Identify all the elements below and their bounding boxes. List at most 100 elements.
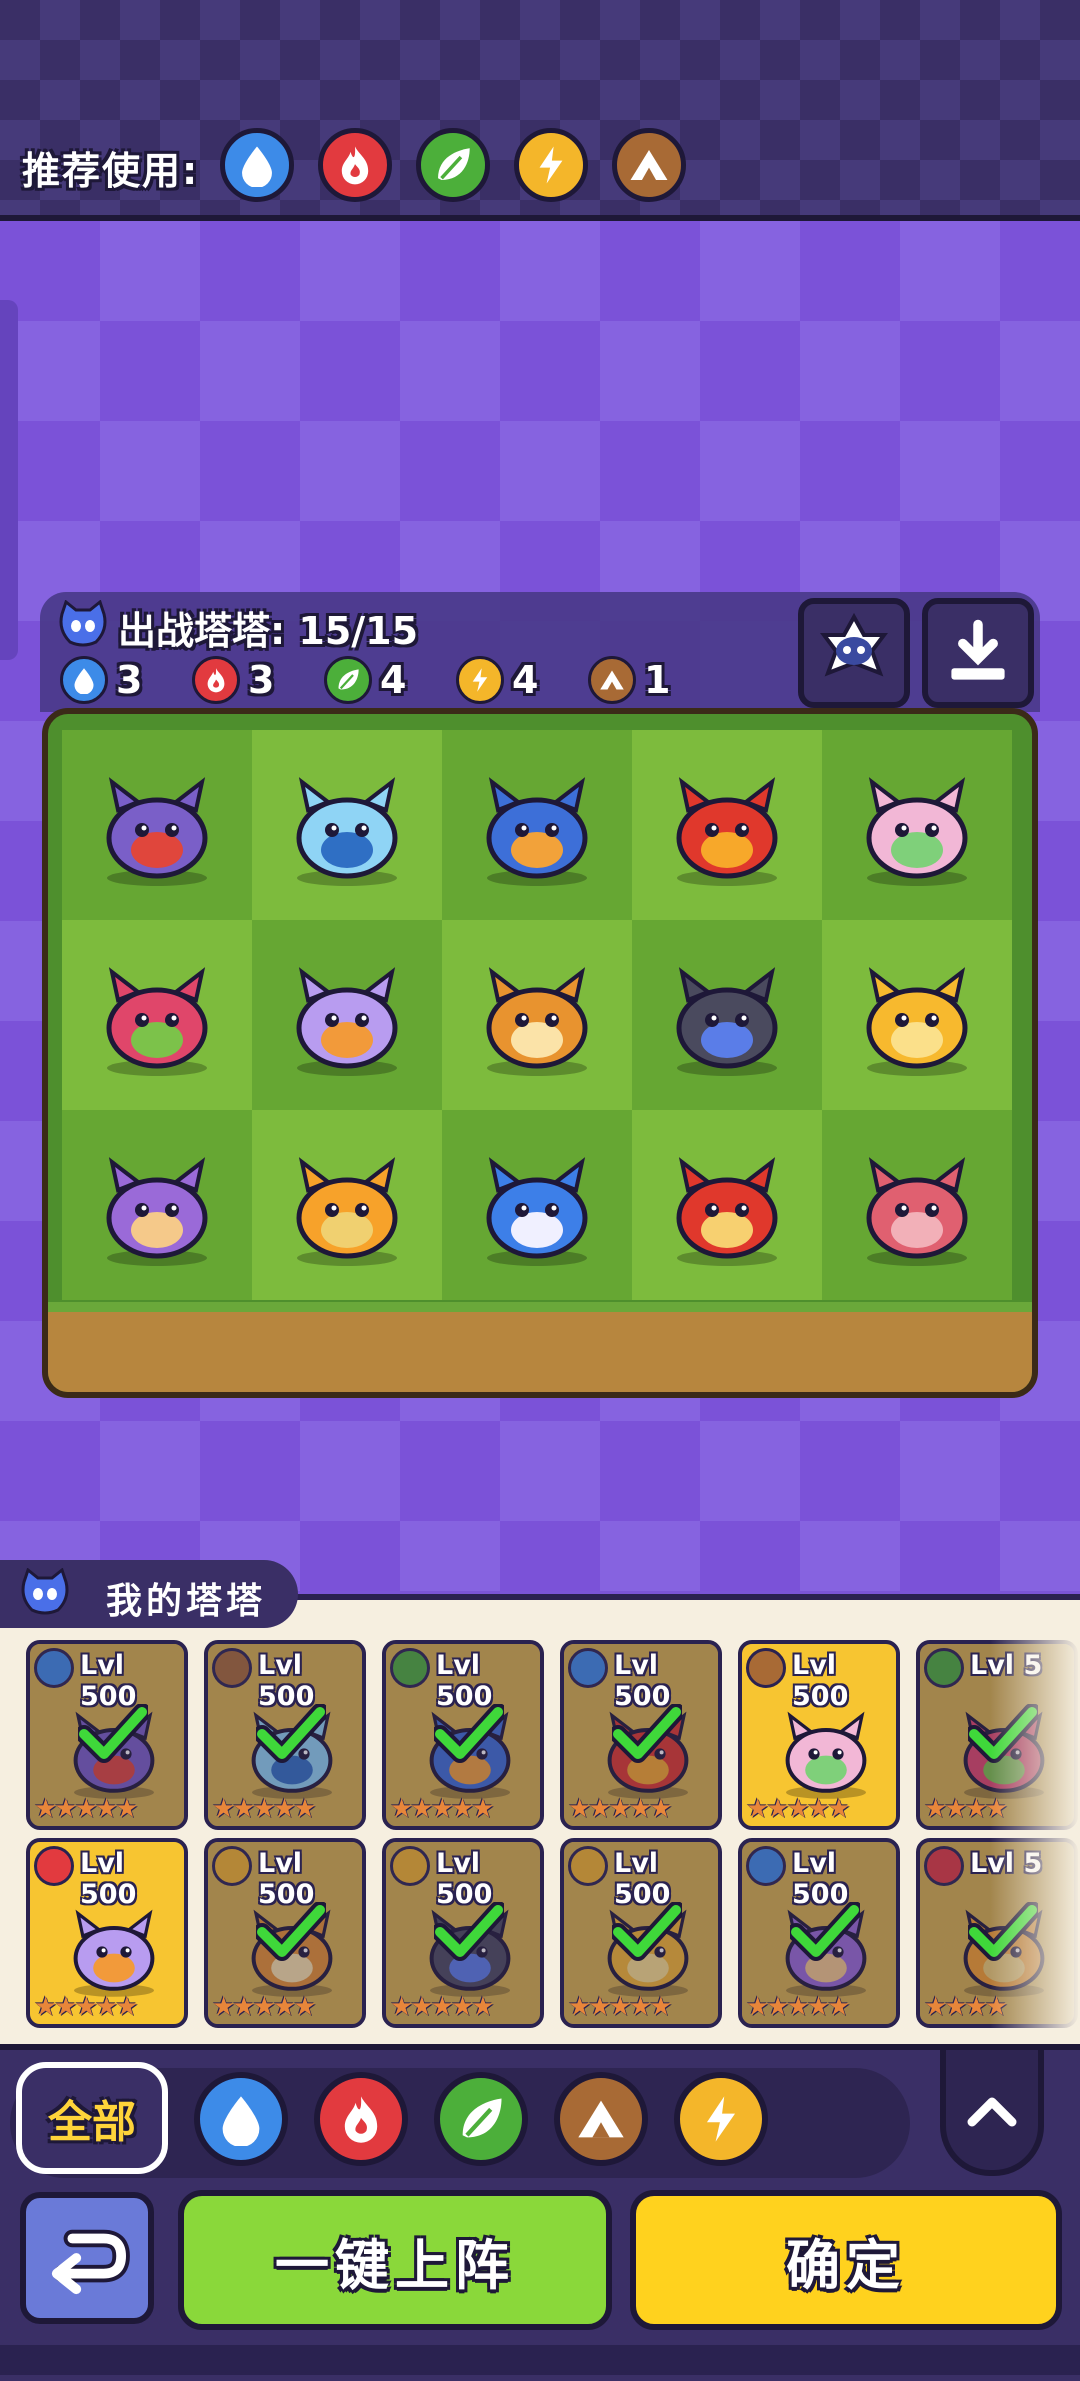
grass-element-icon xyxy=(462,2098,502,2138)
recommend-earth-icon xyxy=(612,128,686,202)
horned-lion-cub-unit[interactable] xyxy=(462,950,612,1080)
dragonfruit-cat-unit[interactable] xyxy=(82,950,232,1080)
filter-earth-button[interactable] xyxy=(554,2072,648,2166)
board-tile[interactable] xyxy=(822,730,1012,920)
earth-element-icon xyxy=(600,670,624,690)
golden-lion-unit[interactable] xyxy=(842,950,992,1080)
auto-deploy-button[interactable]: 一键上阵 xyxy=(178,2190,612,2330)
board-tile[interactable] xyxy=(632,1110,822,1300)
dark-shark-dino-unit[interactable] xyxy=(652,950,802,1080)
card-level: Lvl 500 xyxy=(258,1848,315,1910)
board-tile[interactable] xyxy=(62,1110,252,1300)
card-stars: ★★★★★ xyxy=(212,1794,317,1824)
tower-card-earth[interactable]: Lvl 500 ★★★★★ xyxy=(204,1640,366,1830)
check-icon xyxy=(253,1901,329,1962)
board-tile[interactable] xyxy=(252,920,442,1110)
water-element-icon xyxy=(242,146,272,187)
earth-icon xyxy=(588,656,636,704)
back-button[interactable] xyxy=(20,2192,154,2324)
cat-mascot-icon xyxy=(56,599,110,648)
roster-fade xyxy=(990,1600,1080,2040)
pink-pig-bowl-unit[interactable] xyxy=(842,1140,992,1270)
board-tile[interactable] xyxy=(252,730,442,920)
card-stars: ★★★★★ xyxy=(34,1992,139,2022)
battle-count-title: 出战塔塔: 15/15 xyxy=(118,609,419,653)
purple-squirrel-unit[interactable] xyxy=(82,760,232,890)
check-icon xyxy=(431,1901,507,1962)
board-dirt xyxy=(48,1302,1032,1392)
fire-icon xyxy=(192,656,240,704)
card-stars: ★★★★★ xyxy=(390,1992,495,2022)
fire-element-icon xyxy=(207,668,225,693)
mushroom-unit[interactable] xyxy=(82,1140,232,1270)
board-tile[interactable] xyxy=(822,1110,1012,1300)
card-level: Lvl 500 xyxy=(792,1848,849,1910)
card-stars: ★★★★★ xyxy=(746,1794,851,1824)
card-stars: ★★★★★ xyxy=(390,1794,495,1824)
avatar-settings-button[interactable] xyxy=(798,598,910,708)
blue-bird-unit[interactable] xyxy=(462,1140,612,1270)
download-button[interactable] xyxy=(922,598,1034,708)
sunflower-unit[interactable] xyxy=(272,1140,422,1270)
board-tile[interactable] xyxy=(442,920,632,1110)
confirm-button[interactable]: 确定 xyxy=(630,2190,1062,2330)
card-level: Lvl 500 xyxy=(614,1848,671,1910)
filter-fire-button[interactable] xyxy=(314,2072,408,2166)
electric-element-icon xyxy=(706,2096,736,2142)
my-towers-title: 我的塔塔 xyxy=(106,1581,267,1622)
element-count-value: 3 xyxy=(248,658,275,702)
filter-electric-button[interactable] xyxy=(674,2072,768,2166)
board-tile[interactable] xyxy=(252,1110,442,1300)
tower-card-fire[interactable]: Lvl 500 ★★★★★ xyxy=(26,1838,188,2028)
grass-icon xyxy=(324,656,372,704)
chevron-up-icon xyxy=(967,2097,1017,2127)
tower-card-electric[interactable]: Lvl 500 ★★★★★ xyxy=(560,1838,722,2028)
earth-element-icon xyxy=(630,150,668,180)
board-tile[interactable] xyxy=(632,730,822,920)
water-element-icon xyxy=(74,668,94,694)
collapse-button[interactable] xyxy=(940,2050,1044,2176)
board-tile[interactable] xyxy=(442,1110,632,1300)
tower-card-water[interactable]: Lvl 500 ★★★★★ xyxy=(560,1640,722,1830)
element-count-earth: 1 xyxy=(588,656,670,704)
recommend-electric-icon xyxy=(514,128,588,202)
element-count-value: 3 xyxy=(116,658,143,702)
tower-card-grass[interactable]: Lvl 500 ★★★★★ xyxy=(382,1640,544,1830)
check-icon xyxy=(609,1901,685,1962)
filter-water-button[interactable] xyxy=(194,2072,288,2166)
recommend-fire-icon xyxy=(318,128,392,202)
red-fish-unit[interactable] xyxy=(652,1140,802,1270)
water-icon xyxy=(60,656,108,704)
red-fire-frog-unit[interactable] xyxy=(652,760,802,890)
blue-tanuki-unit[interactable] xyxy=(272,760,422,890)
board-tile[interactable] xyxy=(442,730,632,920)
side-tab[interactable] xyxy=(0,300,18,660)
card-level: Lvl 500 xyxy=(614,1650,671,1712)
tower-card-electric[interactable]: Lvl 500 ★★★★★ xyxy=(382,1838,544,2028)
fire-element-icon xyxy=(344,2096,378,2143)
pink-mantis-unit[interactable] xyxy=(842,760,992,890)
board-tile[interactable] xyxy=(822,920,1012,1110)
card-stars: ★★★★★ xyxy=(568,1992,673,2022)
card-level: Lvl 500 xyxy=(80,1848,137,1910)
purple-star-wolf-unit[interactable] xyxy=(272,950,422,1080)
tower-card-water[interactable]: Lvl 500 ★★★★★ xyxy=(738,1838,900,2028)
tower-card-water[interactable]: Lvl 500 ★★★★★ xyxy=(26,1640,188,1830)
element-count-water: 3 xyxy=(60,656,142,704)
filter-all-button[interactable]: 全部 xyxy=(16,2062,168,2174)
element-count-value: 4 xyxy=(512,658,539,702)
filter-grass-button[interactable] xyxy=(434,2072,528,2166)
grass-element-icon xyxy=(438,148,470,180)
fire-element-icon xyxy=(341,146,369,185)
board-tile[interactable] xyxy=(62,730,252,920)
board-tile[interactable] xyxy=(62,920,252,1110)
check-icon xyxy=(609,1703,685,1764)
card-level: Lvl 500 xyxy=(258,1650,315,1712)
blue-bird-creature-unit[interactable] xyxy=(462,760,612,890)
board-tile[interactable] xyxy=(632,920,822,1110)
check-icon xyxy=(75,1703,151,1764)
card-stars: ★★★★★ xyxy=(212,1992,317,2022)
tower-card-electric[interactable]: Lvl 500 ★★★★★ xyxy=(204,1838,366,2028)
tower-card-earth[interactable]: Lvl 500 ★★★★★ xyxy=(738,1640,900,1830)
element-count-electric: 4 xyxy=(456,656,538,704)
